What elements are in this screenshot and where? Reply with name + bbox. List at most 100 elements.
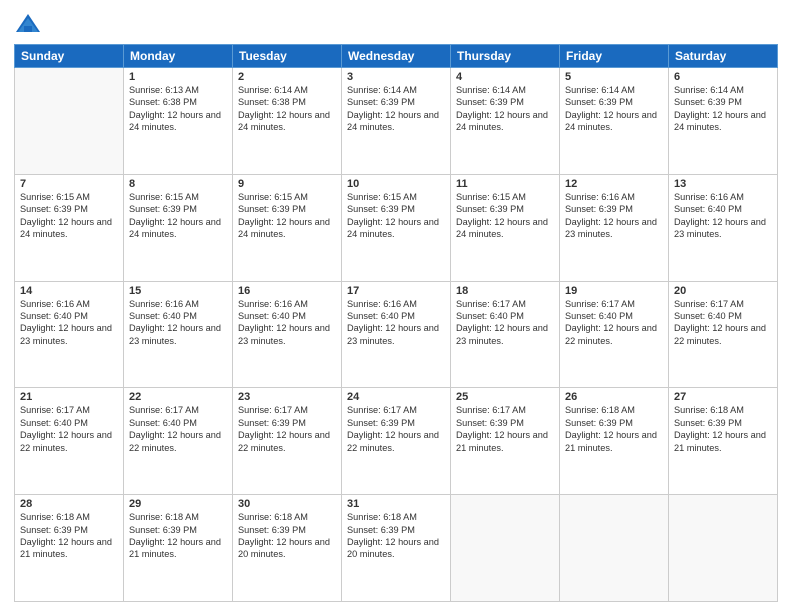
calendar-cell	[451, 495, 560, 602]
sunset-label: Sunset: 6:40 PM	[129, 418, 197, 428]
day-info: Sunrise: 6:16 AM Sunset: 6:40 PM Dayligh…	[347, 298, 445, 348]
day-header-saturday: Saturday	[669, 45, 778, 68]
calendar-cell: 25 Sunrise: 6:17 AM Sunset: 6:39 PM Dayl…	[451, 388, 560, 495]
calendar-cell: 16 Sunrise: 6:16 AM Sunset: 6:40 PM Dayl…	[233, 281, 342, 388]
sunset-label: Sunset: 6:40 PM	[129, 311, 197, 321]
calendar-cell: 9 Sunrise: 6:15 AM Sunset: 6:39 PM Dayli…	[233, 174, 342, 281]
daylight-label: Daylight: 12 hours and 23 minutes.	[347, 323, 439, 345]
day-number: 27	[674, 391, 772, 403]
day-number: 17	[347, 285, 445, 297]
daylight-label: Daylight: 12 hours and 21 minutes.	[129, 537, 221, 559]
calendar-cell: 14 Sunrise: 6:16 AM Sunset: 6:40 PM Dayl…	[15, 281, 124, 388]
sunset-label: Sunset: 6:40 PM	[347, 311, 415, 321]
day-header-tuesday: Tuesday	[233, 45, 342, 68]
sunset-label: Sunset: 6:39 PM	[20, 525, 88, 535]
day-info: Sunrise: 6:18 AM Sunset: 6:39 PM Dayligh…	[20, 511, 118, 561]
calendar-cell: 11 Sunrise: 6:15 AM Sunset: 6:39 PM Dayl…	[451, 174, 560, 281]
day-info: Sunrise: 6:18 AM Sunset: 6:39 PM Dayligh…	[238, 511, 336, 561]
sunset-label: Sunset: 6:39 PM	[347, 204, 415, 214]
calendar-cell: 19 Sunrise: 6:17 AM Sunset: 6:40 PM Dayl…	[560, 281, 669, 388]
calendar-cell: 27 Sunrise: 6:18 AM Sunset: 6:39 PM Dayl…	[669, 388, 778, 495]
sunset-label: Sunset: 6:39 PM	[129, 525, 197, 535]
sunrise-label: Sunrise: 6:15 AM	[238, 192, 308, 202]
calendar-cell: 5 Sunrise: 6:14 AM Sunset: 6:39 PM Dayli…	[560, 68, 669, 175]
day-number: 2	[238, 71, 336, 83]
daylight-label: Daylight: 12 hours and 24 minutes.	[674, 110, 766, 132]
sunrise-label: Sunrise: 6:14 AM	[674, 85, 744, 95]
day-info: Sunrise: 6:17 AM Sunset: 6:40 PM Dayligh…	[674, 298, 772, 348]
day-number: 4	[456, 71, 554, 83]
calendar-cell: 22 Sunrise: 6:17 AM Sunset: 6:40 PM Dayl…	[124, 388, 233, 495]
daylight-label: Daylight: 12 hours and 20 minutes.	[347, 537, 439, 559]
calendar-week-row: 28 Sunrise: 6:18 AM Sunset: 6:39 PM Dayl…	[15, 495, 778, 602]
sunset-label: Sunset: 6:39 PM	[565, 97, 633, 107]
header	[14, 10, 778, 38]
sunset-label: Sunset: 6:39 PM	[456, 204, 524, 214]
day-number: 9	[238, 178, 336, 190]
daylight-label: Daylight: 12 hours and 22 minutes.	[565, 323, 657, 345]
day-number: 8	[129, 178, 227, 190]
sunset-label: Sunset: 6:39 PM	[347, 525, 415, 535]
daylight-label: Daylight: 12 hours and 22 minutes.	[129, 430, 221, 452]
calendar-week-row: 14 Sunrise: 6:16 AM Sunset: 6:40 PM Dayl…	[15, 281, 778, 388]
day-info: Sunrise: 6:15 AM Sunset: 6:39 PM Dayligh…	[238, 191, 336, 241]
sunrise-label: Sunrise: 6:16 AM	[129, 299, 199, 309]
day-number: 22	[129, 391, 227, 403]
day-info: Sunrise: 6:16 AM Sunset: 6:40 PM Dayligh…	[129, 298, 227, 348]
sunset-label: Sunset: 6:40 PM	[674, 204, 742, 214]
sunset-label: Sunset: 6:39 PM	[129, 204, 197, 214]
calendar-cell: 10 Sunrise: 6:15 AM Sunset: 6:39 PM Dayl…	[342, 174, 451, 281]
sunrise-label: Sunrise: 6:17 AM	[456, 405, 526, 415]
sunset-label: Sunset: 6:40 PM	[20, 418, 88, 428]
sunset-label: Sunset: 6:39 PM	[565, 204, 633, 214]
day-number: 7	[20, 178, 118, 190]
logo	[14, 10, 46, 38]
sunset-label: Sunset: 6:39 PM	[238, 418, 306, 428]
calendar-cell: 18 Sunrise: 6:17 AM Sunset: 6:40 PM Dayl…	[451, 281, 560, 388]
daylight-label: Daylight: 12 hours and 21 minutes.	[20, 537, 112, 559]
sunrise-label: Sunrise: 6:17 AM	[20, 405, 90, 415]
daylight-label: Daylight: 12 hours and 23 minutes.	[20, 323, 112, 345]
day-number: 11	[456, 178, 554, 190]
calendar-cell: 15 Sunrise: 6:16 AM Sunset: 6:40 PM Dayl…	[124, 281, 233, 388]
sunrise-label: Sunrise: 6:14 AM	[565, 85, 635, 95]
sunrise-label: Sunrise: 6:16 AM	[674, 192, 744, 202]
calendar-cell: 26 Sunrise: 6:18 AM Sunset: 6:39 PM Dayl…	[560, 388, 669, 495]
sunrise-label: Sunrise: 6:14 AM	[456, 85, 526, 95]
calendar-header-row: SundayMondayTuesdayWednesdayThursdayFrid…	[15, 45, 778, 68]
sunrise-label: Sunrise: 6:16 AM	[347, 299, 417, 309]
sunrise-label: Sunrise: 6:18 AM	[20, 512, 90, 522]
day-info: Sunrise: 6:16 AM Sunset: 6:40 PM Dayligh…	[674, 191, 772, 241]
daylight-label: Daylight: 12 hours and 24 minutes.	[238, 217, 330, 239]
day-number: 18	[456, 285, 554, 297]
day-info: Sunrise: 6:15 AM Sunset: 6:39 PM Dayligh…	[456, 191, 554, 241]
daylight-label: Daylight: 12 hours and 20 minutes.	[238, 537, 330, 559]
sunset-label: Sunset: 6:39 PM	[456, 97, 524, 107]
logo-icon	[14, 10, 42, 38]
day-info: Sunrise: 6:17 AM Sunset: 6:39 PM Dayligh…	[238, 404, 336, 454]
calendar-cell: 31 Sunrise: 6:18 AM Sunset: 6:39 PM Dayl…	[342, 495, 451, 602]
calendar-cell	[15, 68, 124, 175]
sunrise-label: Sunrise: 6:18 AM	[565, 405, 635, 415]
daylight-label: Daylight: 12 hours and 24 minutes.	[456, 217, 548, 239]
sunrise-label: Sunrise: 6:15 AM	[20, 192, 90, 202]
day-info: Sunrise: 6:17 AM Sunset: 6:39 PM Dayligh…	[456, 404, 554, 454]
sunrise-label: Sunrise: 6:15 AM	[347, 192, 417, 202]
calendar-cell: 12 Sunrise: 6:16 AM Sunset: 6:39 PM Dayl…	[560, 174, 669, 281]
calendar-cell: 7 Sunrise: 6:15 AM Sunset: 6:39 PM Dayli…	[15, 174, 124, 281]
daylight-label: Daylight: 12 hours and 24 minutes.	[129, 217, 221, 239]
sunset-label: Sunset: 6:40 PM	[238, 311, 306, 321]
day-number: 30	[238, 498, 336, 510]
sunrise-label: Sunrise: 6:17 AM	[129, 405, 199, 415]
calendar-cell: 2 Sunrise: 6:14 AM Sunset: 6:38 PM Dayli…	[233, 68, 342, 175]
day-info: Sunrise: 6:17 AM Sunset: 6:40 PM Dayligh…	[456, 298, 554, 348]
day-number: 31	[347, 498, 445, 510]
sunrise-label: Sunrise: 6:17 AM	[565, 299, 635, 309]
day-number: 15	[129, 285, 227, 297]
sunset-label: Sunset: 6:39 PM	[347, 97, 415, 107]
daylight-label: Daylight: 12 hours and 24 minutes.	[565, 110, 657, 132]
day-number: 28	[20, 498, 118, 510]
sunset-label: Sunset: 6:39 PM	[20, 204, 88, 214]
calendar-week-row: 1 Sunrise: 6:13 AM Sunset: 6:38 PM Dayli…	[15, 68, 778, 175]
daylight-label: Daylight: 12 hours and 22 minutes.	[347, 430, 439, 452]
